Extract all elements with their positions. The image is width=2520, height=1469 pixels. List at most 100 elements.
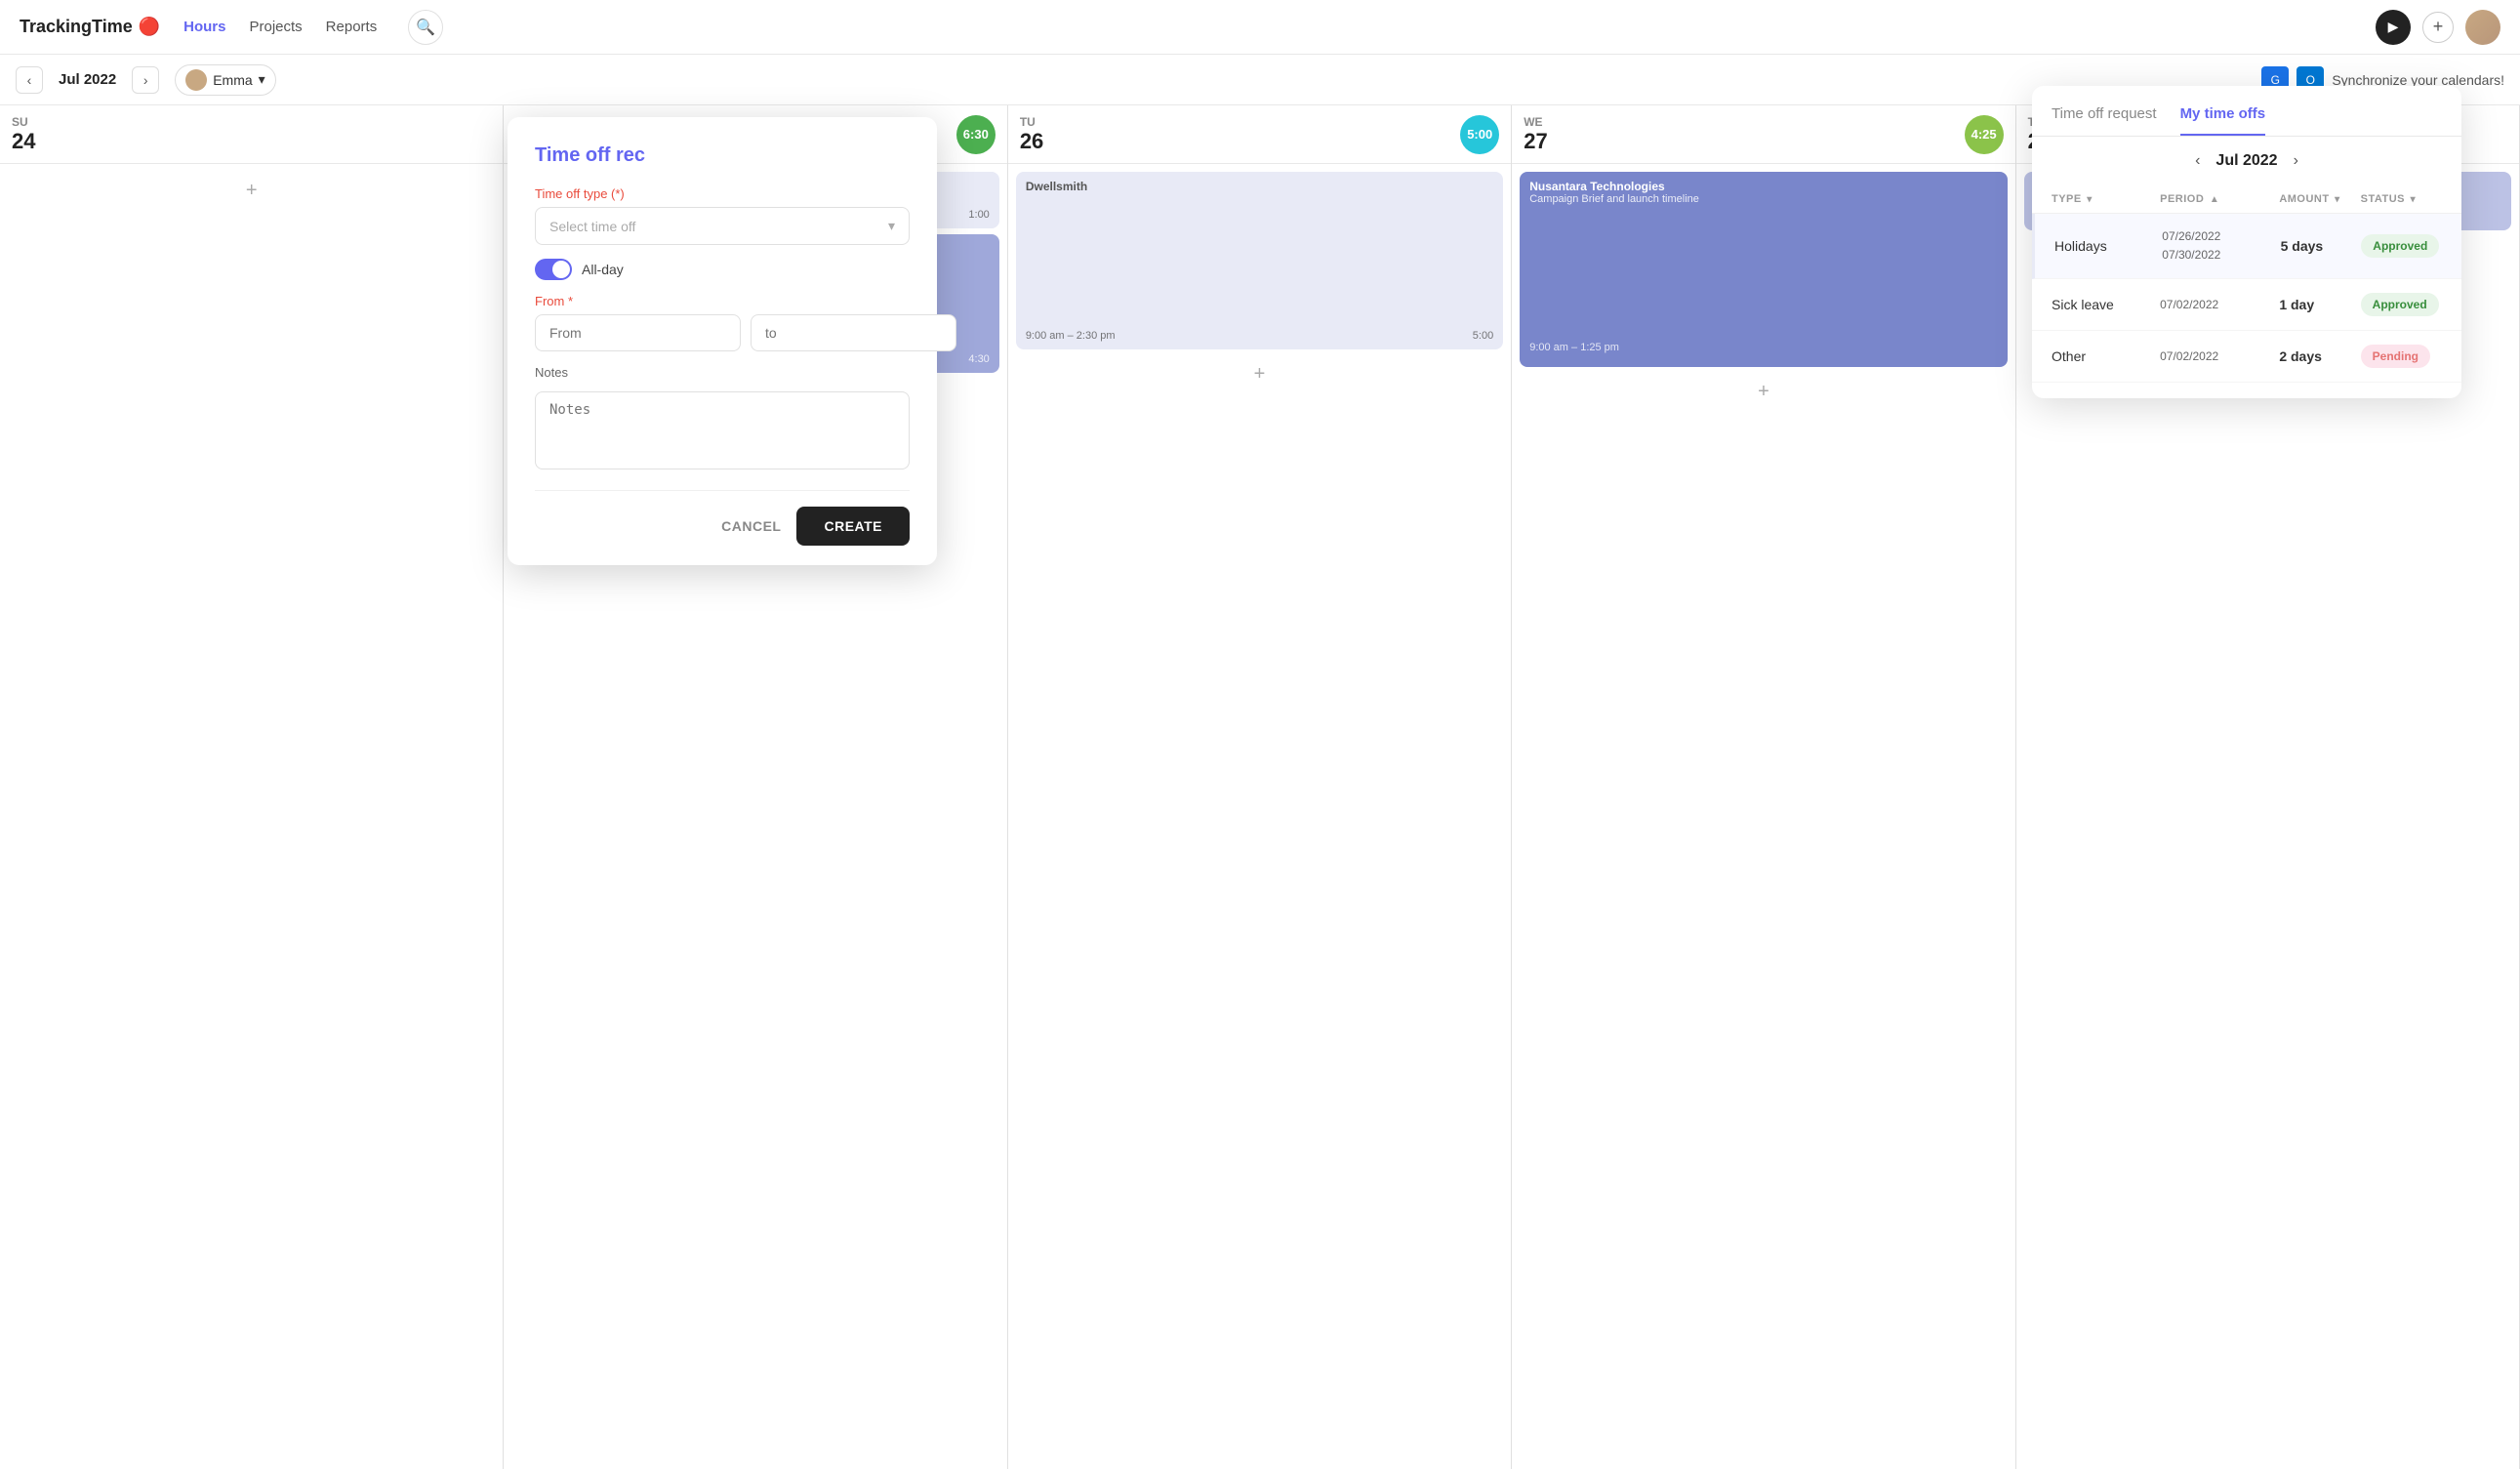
col-type: TYPE ▾ [2052,193,2160,205]
col-amount: AMOUNT ▾ [2279,193,2360,205]
row-type-other: Other [2052,348,2160,364]
day-body-sunday: + [0,164,503,1469]
create-button[interactable]: CREATE [796,507,910,546]
search-icon: 🔍 [416,18,435,37]
current-month: Jul 2022 [59,71,116,88]
event-time: 9:00 am – 1:25 pm [1529,342,1997,353]
day-badge-tuesday: 5:00 [1460,115,1499,154]
timeoff-row-other[interactable]: Other 07/02/2022 2 days Pending [2032,331,2461,383]
type-placeholder: Select time off [549,219,635,234]
day-tuesday: TU 26 5:00 Dwellsmith 9:00 am – 2:30 pm5… [1008,105,1512,1469]
logo-icon: 🔴 [139,17,160,37]
day-label-tue: TU [1020,115,1043,129]
row-status-other: Pending [2361,345,2442,368]
day-header-sunday: SU 24 [0,105,503,164]
row-period-other: 07/02/2022 [2160,347,2279,366]
status-badge-approved: Approved [2361,234,2439,258]
from-date-input[interactable] [535,314,741,351]
panel-month-label: Jul 2022 [2215,152,2277,170]
timeoff-row-holidays[interactable]: Holidays 07/26/2022 07/30/2022 5 days Ap… [2032,214,2461,279]
day-num-26: 26 [1020,129,1043,154]
day-body-tuesday: Dwellsmith 9:00 am – 2:30 pm5:00 + [1008,164,1511,1469]
day-num-24: 24 [12,129,35,154]
day-badge-monday: 6:30 [956,115,996,154]
tab-timeoff-request[interactable]: Time off request [2052,105,2157,136]
row-amount-sickleave: 1 day [2279,297,2360,312]
add-event-wednesday[interactable]: + [1520,373,2007,411]
row-status-sickleave: Approved [2361,293,2442,316]
sort-period-icon: ▲ [2210,194,2219,205]
allday-toggle[interactable] [535,259,572,280]
status-badge-approved-sick: Approved [2361,293,2439,316]
type-select[interactable]: Select time off ▾ [535,207,910,245]
nav-hours[interactable]: Hours [183,19,225,35]
row-period-holidays: 07/26/2022 07/30/2022 [2162,227,2280,265]
date-range-row [535,314,910,351]
toggle-knob [552,261,570,278]
day-header-tuesday: TU 26 5:00 [1008,105,1511,164]
allday-toggle-row: All-day [535,259,910,280]
day-label-sun: SU [12,115,35,129]
col-period: PERIOD ▲ [2160,193,2279,205]
allday-label: All-day [582,262,624,277]
next-month-button[interactable]: › [132,66,159,94]
event-nusantara[interactable]: Nusantara Technologies Campaign Brief an… [1520,172,2007,367]
top-navigation: TrackingTime 🔴 Hours Projects Reports 🔍 … [0,0,2520,55]
event-title: Dwellsmith [1026,180,1493,193]
status-badge-pending: Pending [2361,345,2430,368]
panel-tabs: Time off request My time offs [2032,105,2461,137]
timeoff-panel-title: Time off rec [535,144,910,167]
event-title: Nusantara Technologies [1529,180,1997,193]
tab-my-timeoffs[interactable]: My time offs [2180,105,2266,136]
form-divider [535,490,910,491]
main-nav: Hours Projects Reports [183,19,377,35]
prev-month-button[interactable]: ‹ [16,66,43,94]
app-logo: TrackingTime 🔴 [20,17,160,37]
chevron-down-icon: ▾ [259,71,265,88]
user-selector[interactable]: Emma ▾ [175,64,275,96]
sort-status-icon: ▾ [2411,194,2417,205]
search-button[interactable]: 🔍 [408,10,443,45]
event-dwellsmith-tue[interactable]: Dwellsmith 9:00 am – 2:30 pm5:00 [1016,172,1503,349]
notes-label: Notes [535,365,910,380]
day-num-27: 27 [1524,129,1547,154]
nav-right: ▶ + [2376,10,2500,45]
timeoff-row-sickleave[interactable]: Sick leave 07/02/2022 1 day Approved [2032,279,2461,331]
panel-actions: CANCEL CREATE [535,507,910,546]
user-avatar-small [185,69,207,91]
prev-month-arrow[interactable]: ‹ [2195,152,2200,170]
nav-reports[interactable]: Reports [326,19,378,35]
cancel-button[interactable]: CANCEL [721,518,781,534]
row-type-sickleave: Sick leave [2052,297,2160,312]
logo-text: TrackingTime [20,17,133,37]
row-status-holidays: Approved [2361,234,2442,258]
nav-projects[interactable]: Projects [249,19,302,35]
add-event-tuesday[interactable]: + [1016,355,1503,393]
play-button[interactable]: ▶ [2376,10,2411,45]
day-sunday: SU 24 + [0,105,504,1469]
panel-month-nav: ‹ Jul 2022 › [2032,137,2461,185]
table-header: TYPE ▾ PERIOD ▲ AMOUNT ▾ STATUS ▾ [2032,185,2461,214]
to-date-input[interactable] [751,314,956,351]
day-header-wednesday: WE 27 4:25 [1512,105,2014,164]
sort-type-icon: ▾ [2087,194,2093,205]
add-button[interactable]: + [2422,12,2454,43]
row-type-holidays: Holidays [2054,238,2162,254]
user-avatar[interactable] [2465,10,2500,45]
from-label: From * [535,294,910,308]
event-sub: Campaign Brief and launch timeline [1529,193,1997,205]
day-body-wednesday: Nusantara Technologies Campaign Brief an… [1512,164,2014,1469]
chevron-down-icon: ▾ [888,218,895,234]
day-label-wed: WE [1524,115,1547,129]
sort-amount-icon: ▾ [2335,194,2340,205]
mytimeoffs-panel: Time off request My time offs ‹ Jul 2022… [2032,86,2461,398]
add-event-sunday[interactable]: + [8,172,495,210]
row-amount-other: 2 days [2279,348,2360,364]
notes-textarea[interactable] [535,391,910,469]
timeoff-request-panel: Time off rec Time off type (*) Select ti… [508,117,937,565]
event-time: 9:00 am – 2:30 pm5:00 [1026,330,1493,342]
row-period-sickleave: 07/02/2022 [2160,296,2279,314]
col-status: STATUS ▾ [2361,193,2442,205]
next-month-arrow[interactable]: › [2294,152,2298,170]
day-wednesday: WE 27 4:25 Nusantara Technologies Campai… [1512,105,2015,1469]
